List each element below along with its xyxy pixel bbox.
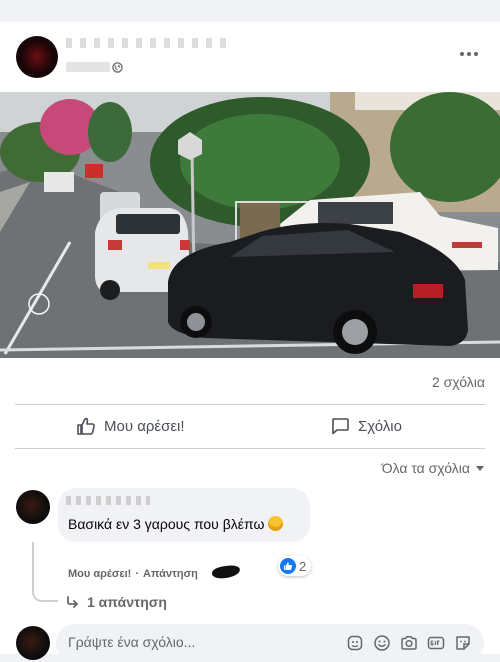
divider	[15, 404, 485, 405]
view-replies-link[interactable]: 1 απάντηση	[66, 594, 167, 610]
laughing-emoji-icon	[268, 516, 284, 531]
globe-icon	[112, 62, 123, 73]
sort-label: Όλα τα σχόλια	[381, 460, 470, 476]
like-button[interactable]: Μου αρέσει!	[76, 412, 185, 440]
more-options-button[interactable]	[460, 50, 478, 58]
more-icon-dot	[474, 52, 478, 56]
reaction-count: 2	[299, 558, 307, 574]
redacted-commenter-name	[66, 496, 150, 505]
comment-button-label: Σχόλιο	[358, 417, 402, 435]
divider	[15, 448, 485, 449]
sticker-icon[interactable]	[454, 634, 472, 652]
caret-down-icon	[476, 465, 484, 471]
comment-body: Βασικά εν 3 γαρους που βλέπω	[68, 516, 265, 532]
current-user-avatar[interactable]	[16, 626, 50, 660]
comment-count[interactable]: 2 σχόλια	[432, 374, 485, 390]
post-card: 2 σχόλια Μου αρέσει! Σχόλιο Όλα τα σχόλι…	[0, 22, 500, 662]
avatar-sticker-icon[interactable]	[346, 634, 364, 652]
reply-arrow-icon	[67, 596, 78, 608]
replies-label: 1 απάντηση	[87, 594, 167, 610]
comment-like-link[interactable]: Μου αρέσει!	[68, 568, 131, 580]
camera-icon[interactable]	[400, 634, 418, 652]
redacted-author-name	[66, 38, 226, 48]
comment-icon	[332, 418, 349, 435]
action-separator: ·	[135, 568, 140, 580]
comment-reply-link[interactable]: Απάντηση	[143, 568, 198, 580]
commenter-avatar[interactable]	[16, 490, 50, 524]
redacted-time-scribble	[211, 564, 241, 580]
like-icon	[77, 417, 95, 435]
like-button-label: Μου αρέσει!	[104, 417, 185, 435]
comment-text: Βασικά εν 3 γαρους που βλέπω	[68, 516, 284, 532]
more-icon	[460, 52, 464, 56]
comment-sort-dropdown[interactable]: Όλα τα σχόλια	[382, 460, 484, 476]
author-avatar[interactable]	[16, 36, 58, 78]
comment-button[interactable]: Σχόλιο	[330, 412, 402, 440]
emoji-icon[interactable]	[373, 634, 391, 652]
thumb-icon	[284, 562, 293, 570]
reaction-summary[interactable]: 2	[278, 556, 312, 576]
comment-composer	[56, 624, 484, 662]
like-reaction-icon	[280, 558, 296, 574]
post-photo[interactable]	[0, 92, 500, 358]
gif-icon[interactable]	[427, 634, 445, 652]
comment-actions: Μου αρέσει! · Απάντηση	[68, 568, 198, 580]
more-icon-dot	[467, 52, 471, 56]
comment-input[interactable]	[68, 634, 328, 650]
reply-thread-line	[32, 542, 58, 602]
post-header	[0, 22, 500, 92]
redacted-timestamp	[66, 62, 110, 72]
